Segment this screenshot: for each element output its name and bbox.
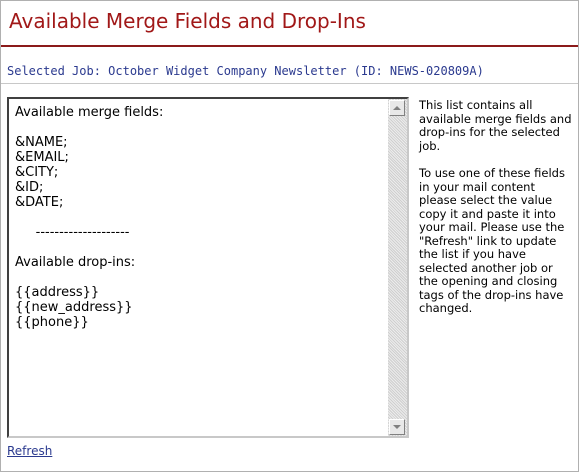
merge-fields-textarea[interactable]: Available merge fields: &NAME; &EMAIL; &… (7, 97, 409, 438)
page-title: Available Merge Fields and Drop-Ins (9, 9, 366, 33)
vertical-scrollbar[interactable] (388, 99, 407, 436)
scroll-down-arrow-icon (393, 425, 401, 429)
scroll-up-button[interactable] (389, 100, 405, 116)
merge-fields-content[interactable]: Available merge fields: &NAME; &EMAIL; &… (15, 105, 385, 430)
scroll-down-button[interactable] (389, 419, 405, 435)
panel-header: Available Merge Fields and Drop-Ins (1, 1, 578, 47)
help-paragraph-usage: To use one of these fields in your mail … (419, 166, 565, 315)
selected-job-bar: Selected Job: October Widget Company New… (1, 47, 578, 84)
help-text: This list contains all available merge f… (419, 98, 575, 330)
refresh-link[interactable]: Refresh (7, 444, 52, 458)
scroll-up-arrow-icon (393, 106, 401, 110)
merge-fields-panel: Available Merge Fields and Drop-Ins Sele… (0, 0, 579, 472)
help-paragraph-intro: This list contains all available merge f… (419, 98, 572, 153)
selected-job-label: Selected Job: October Widget Company New… (7, 64, 484, 78)
